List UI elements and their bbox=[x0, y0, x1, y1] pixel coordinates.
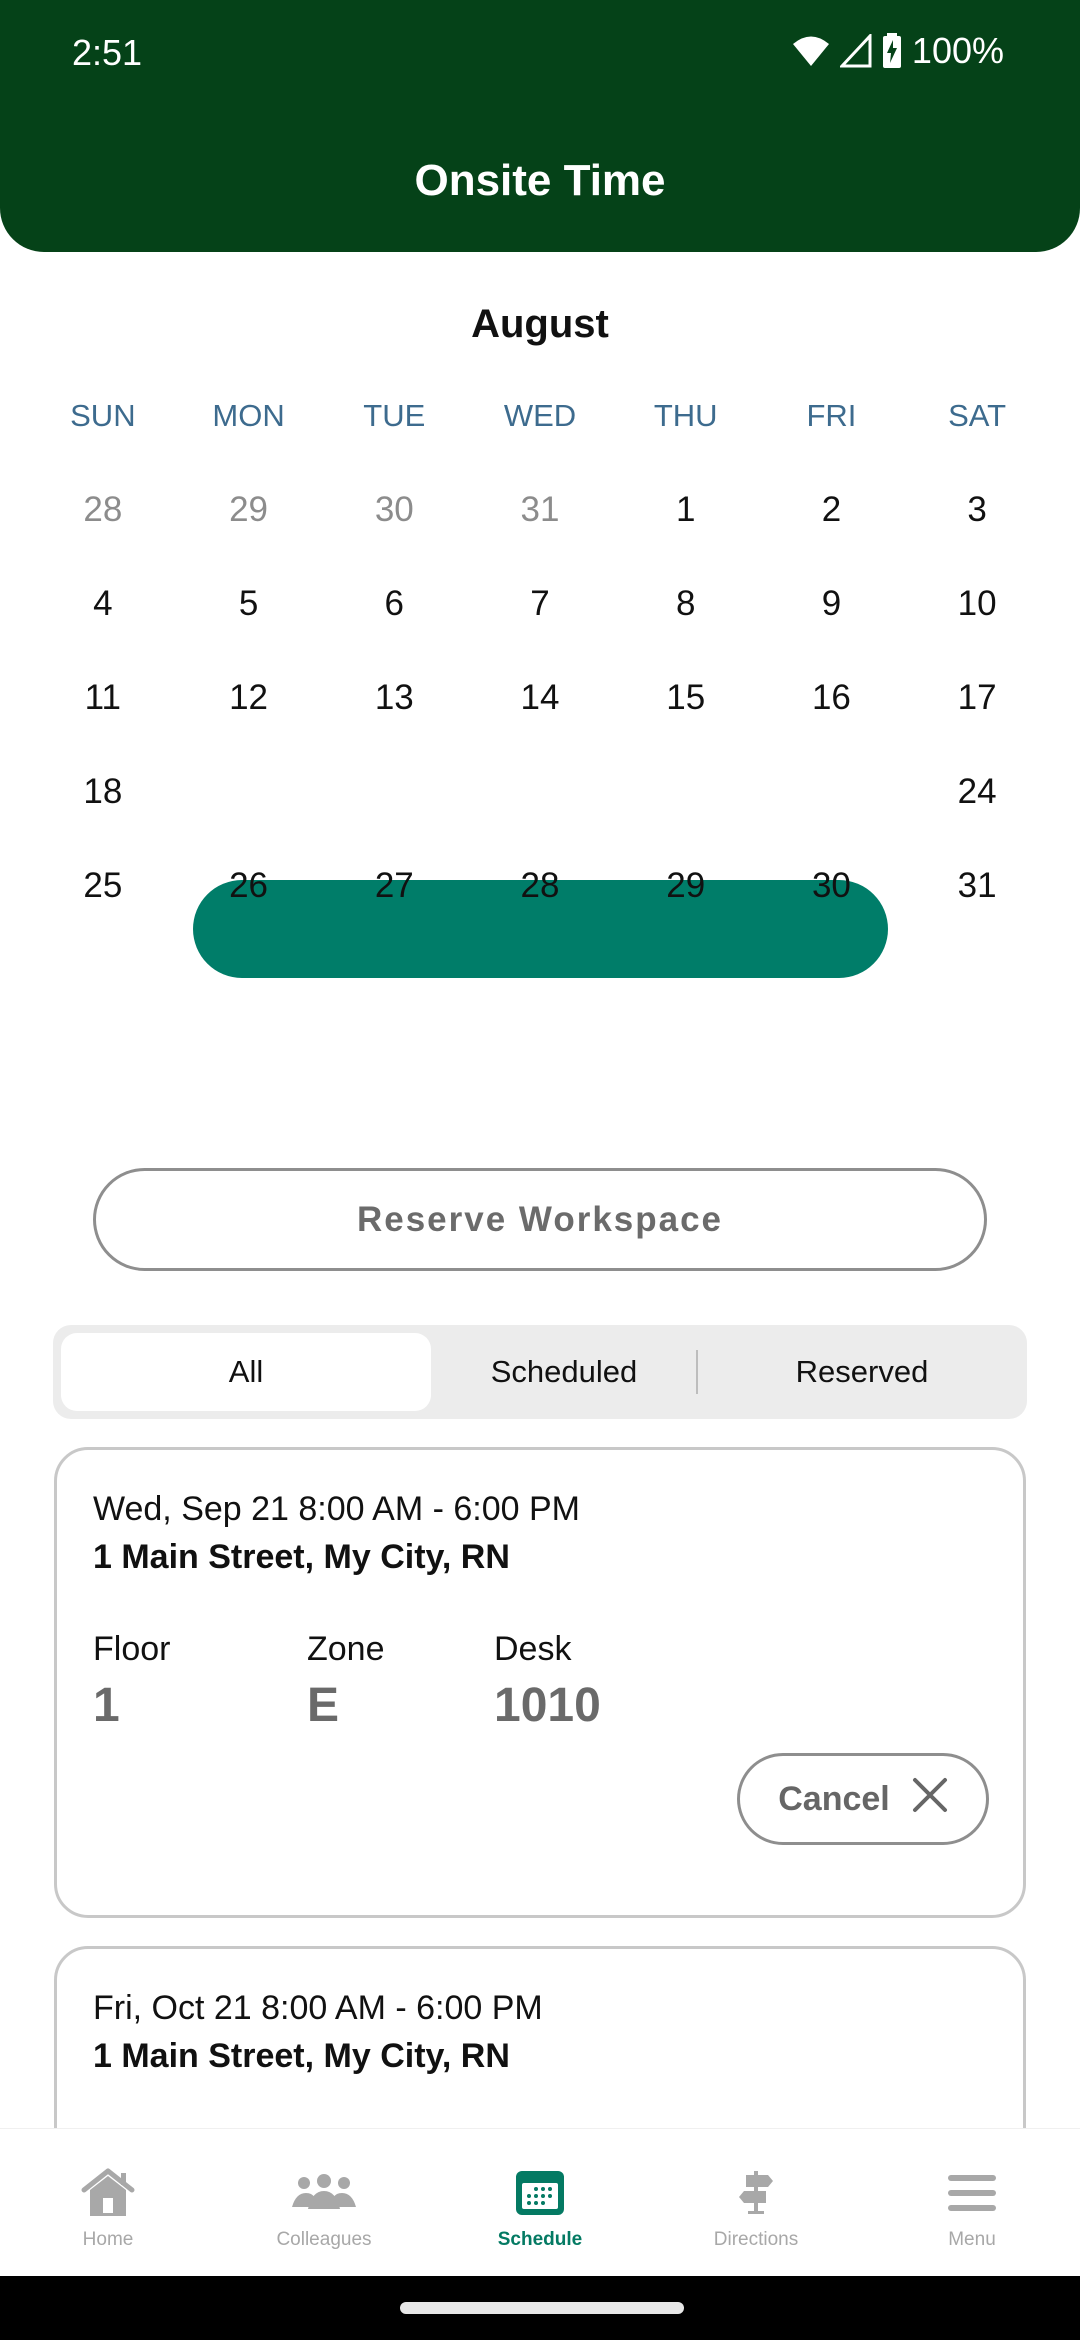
calendar-day[interactable]: 24 bbox=[904, 744, 1050, 840]
reserve-workspace-button[interactable]: Reserve Workspace bbox=[93, 1168, 987, 1271]
calendar-day[interactable]: 9 bbox=[759, 556, 905, 652]
calendar-day[interactable]: 22 bbox=[613, 744, 759, 840]
calendar-day[interactable]: 12 bbox=[176, 650, 322, 746]
wifi-icon bbox=[792, 35, 830, 67]
calendar-day[interactable]: 15 bbox=[613, 650, 759, 746]
calendar-day[interactable]: 19 bbox=[176, 744, 322, 840]
tab-reserved[interactable]: Reserved bbox=[705, 1333, 1019, 1411]
calendar-day[interactable]: 27 bbox=[321, 838, 467, 934]
calendar-day[interactable]: 30 bbox=[321, 462, 467, 558]
calendar-day[interactable]: 18 bbox=[30, 744, 176, 840]
nav-home-label: Home bbox=[82, 2229, 134, 2250]
reservation-card[interactable]: Wed, Sep 21 8:00 AM - 6:00 PM 1 Main Str… bbox=[54, 1447, 1026, 1918]
calendar-day[interactable]: 31 bbox=[904, 838, 1050, 934]
calendar-day[interactable]: 17 bbox=[904, 650, 1050, 746]
calendar-day[interactable]: 6 bbox=[321, 556, 467, 652]
calendar-weekday-row: SUN MON TUE WED THU FRI SAT bbox=[30, 398, 1050, 434]
signal-icon bbox=[839, 34, 872, 68]
close-icon bbox=[912, 1777, 948, 1822]
calendar-day[interactable]: 30 bbox=[759, 838, 905, 934]
calendar-day[interactable]: 1 bbox=[613, 462, 759, 558]
desk-label: Desk bbox=[494, 1630, 572, 1668]
filter-segmented-control: All Scheduled Reserved bbox=[53, 1325, 1027, 1419]
battery-percent: 100% bbox=[911, 30, 1004, 71]
system-navigation-area bbox=[0, 2276, 1080, 2340]
home-icon bbox=[81, 2165, 135, 2221]
calendar-month-title: August bbox=[471, 302, 609, 346]
calendar-day[interactable]: 23 bbox=[759, 744, 905, 840]
weekday-label: MON bbox=[212, 398, 285, 433]
status-icons: 100% bbox=[792, 30, 1004, 72]
tab-scheduled[interactable]: Scheduled bbox=[439, 1333, 689, 1411]
cancel-reservation-button[interactable]: Cancel bbox=[737, 1753, 989, 1845]
calendar-day[interactable]: 8 bbox=[613, 556, 759, 652]
calendar-day[interactable]: 28 bbox=[30, 462, 176, 558]
weekday-label: FRI bbox=[806, 398, 857, 433]
nav-home[interactable]: Home bbox=[0, 2129, 216, 2275]
reservation-address: 1 Main Street, My City, RN bbox=[93, 1538, 510, 1576]
page-title: Onsite Time bbox=[414, 156, 666, 205]
calendar-day[interactable]: 26 bbox=[176, 838, 322, 934]
battery-charging-icon bbox=[882, 33, 902, 69]
weekday-label: WED bbox=[503, 398, 577, 433]
weekday-label: THU bbox=[653, 398, 718, 433]
calendar-day[interactable]: 4 bbox=[30, 556, 176, 652]
tab-all[interactable]: All bbox=[61, 1333, 431, 1411]
calendar-week-row: 18 19 20 21 22 23 24 bbox=[30, 744, 1050, 840]
people-icon bbox=[292, 2165, 356, 2221]
zone-value: E bbox=[307, 1679, 340, 1732]
calendar-day[interactable]: 16 bbox=[759, 650, 905, 746]
zone-label: Zone bbox=[307, 1630, 385, 1668]
nav-directions-label: Directions bbox=[713, 2229, 799, 2250]
nav-menu[interactable]: Menu bbox=[864, 2129, 1080, 2275]
floor-label: Floor bbox=[93, 1630, 171, 1668]
nav-colleagues[interactable]: Colleagues bbox=[216, 2129, 432, 2275]
home-gesture-handle[interactable] bbox=[400, 2302, 684, 2314]
floor-value: 1 bbox=[93, 1679, 120, 1732]
hamburger-menu-icon bbox=[948, 2165, 996, 2221]
calendar-day[interactable]: 11 bbox=[30, 650, 176, 746]
calendar-day[interactable]: 20 bbox=[321, 744, 467, 840]
desk-value: 1010 bbox=[494, 1679, 601, 1732]
cancel-label: Cancel bbox=[778, 1779, 890, 1818]
reservation-date-time: Fri, Oct 21 8:00 AM - 6:00 PM bbox=[93, 1989, 543, 2027]
status-time: 2:51 bbox=[72, 32, 143, 73]
tab-divider bbox=[696, 1350, 698, 1394]
weekday-label: SAT bbox=[948, 398, 1007, 433]
calendar-day[interactable]: 2 bbox=[759, 462, 905, 558]
calendar-day[interactable]: 25 bbox=[30, 838, 176, 934]
reservation-address: 1 Main Street, My City, RN bbox=[93, 2037, 510, 2075]
nav-schedule-label: Schedule bbox=[497, 2229, 583, 2250]
weekday-label: SUN bbox=[70, 398, 136, 433]
calendar-week-row: 4 5 6 7 8 9 10 bbox=[30, 556, 1050, 652]
calendar-day[interactable]: 21 bbox=[467, 744, 613, 840]
calendar-day[interactable]: 10 bbox=[904, 556, 1050, 652]
calendar-day[interactable]: 3 bbox=[904, 462, 1050, 558]
nav-colleagues-label: Colleagues bbox=[276, 2229, 372, 2250]
calendar-week-row: 28 29 30 31 1 2 3 bbox=[30, 462, 1050, 558]
calendar-day[interactable]: 29 bbox=[176, 462, 322, 558]
calendar-day[interactable]: 31 bbox=[467, 462, 613, 558]
calendar-icon bbox=[516, 2165, 564, 2221]
nav-schedule[interactable]: Schedule bbox=[432, 2129, 648, 2275]
signpost-icon bbox=[738, 2165, 774, 2221]
nav-menu-label: Menu bbox=[948, 2229, 996, 2250]
calendar-day[interactable]: 13 bbox=[321, 650, 467, 746]
calendar-day[interactable]: 5 bbox=[176, 556, 322, 652]
calendar-day[interactable]: 14 bbox=[467, 650, 613, 746]
calendar-day[interactable]: 7 bbox=[467, 556, 613, 652]
reservation-date-time: Wed, Sep 21 8:00 AM - 6:00 PM bbox=[93, 1490, 580, 1528]
weekday-label: TUE bbox=[363, 398, 426, 433]
calendar-day[interactable]: 29 bbox=[613, 838, 759, 934]
app-header: 2:51 100% Onsite Time bbox=[0, 0, 1080, 252]
nav-directions[interactable]: Directions bbox=[648, 2129, 864, 2275]
calendar-day[interactable]: 28 bbox=[467, 838, 613, 934]
calendar-week-row: 11 12 13 14 15 16 17 bbox=[30, 650, 1050, 746]
calendar-week-row: 25 26 27 28 29 30 31 bbox=[30, 838, 1050, 934]
bottom-navigation: Home Colleagues Schedule Directions Menu bbox=[0, 2128, 1080, 2275]
